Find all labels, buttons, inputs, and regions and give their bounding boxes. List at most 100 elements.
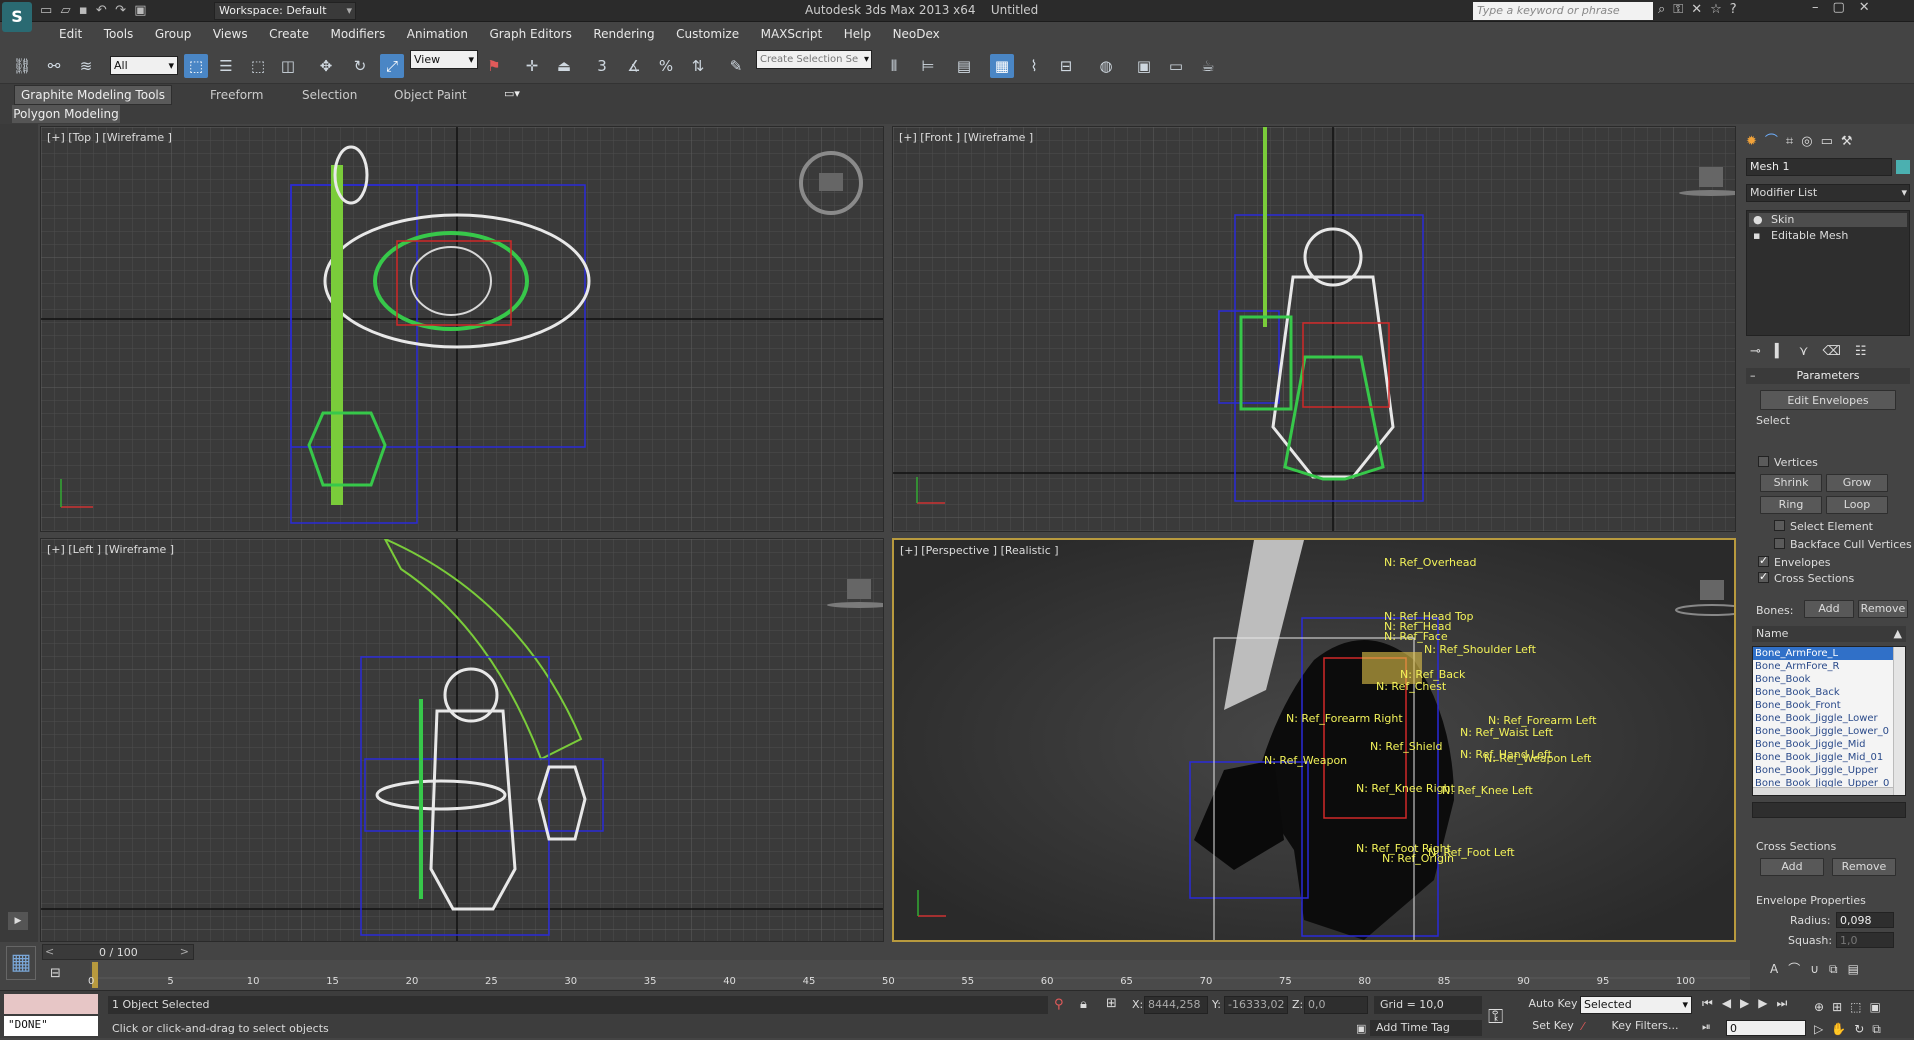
project-folder-icon[interactable]: ▣ [134, 3, 146, 18]
menu-rendering[interactable]: Rendering [584, 22, 663, 46]
workspace-dropdown[interactable]: Workspace: Default ▾ [214, 2, 356, 20]
app-logo[interactable]: S [2, 2, 32, 32]
angle-snap-icon[interactable]: ∡ [622, 54, 646, 78]
schematic-view-icon[interactable]: ⊟ [1054, 54, 1078, 78]
key-icon[interactable]: ⚿ [1673, 2, 1691, 17]
ribbon-tab-selection[interactable]: Selection [302, 88, 357, 102]
ribbon-subtab-polygon[interactable]: Polygon Modeling [12, 105, 120, 123]
bone-filter-field[interactable] [1752, 802, 1906, 818]
go-to-start-icon[interactable]: ⏮ [1702, 996, 1722, 1010]
help-search-input[interactable]: Type a keyword or phrase [1473, 2, 1653, 20]
cross-section-remove-button[interactable]: Remove [1832, 858, 1896, 876]
motion-tab-icon[interactable]: ◎ [1801, 134, 1820, 149]
set-key-icon[interactable]: ⚿ [1488, 1004, 1503, 1028]
snaps-toggle-icon[interactable]: 3 [590, 54, 614, 78]
parameters-rollout-header[interactable]: – Parameters [1746, 368, 1910, 384]
scale-icon[interactable]: ⤢ [380, 54, 404, 78]
play-icon[interactable]: ▶ [1740, 996, 1758, 1010]
modify-tab-icon[interactable]: ⌒ [1765, 134, 1786, 149]
edit-envelopes-button[interactable]: Edit Envelopes [1760, 390, 1896, 410]
render-icon[interactable]: ☕ [1196, 54, 1220, 78]
link-icon[interactable]: ⛓ [10, 54, 34, 78]
open-file-icon[interactable]: ▱ [61, 3, 71, 18]
bone-list-item[interactable]: Bone_Book_Jiggle_Mid_01 [1753, 751, 1905, 764]
maxscript-listener-pink[interactable] [4, 994, 98, 1014]
hierarchy-tab-icon[interactable]: ⌗ [1786, 134, 1801, 149]
close-icon[interactable]: ✕ [1859, 0, 1884, 15]
bone-list-item[interactable]: Bone_Book_Jiggle_Lower [1753, 712, 1905, 725]
menu-customize[interactable]: Customize [667, 22, 748, 46]
help-icon[interactable]: ? [1730, 2, 1745, 17]
render-setup-icon[interactable]: ▣ [1132, 54, 1156, 78]
menu-neodex[interactable]: NeoDex [884, 22, 949, 46]
radius-spinner[interactable]: 0,098 [1836, 912, 1894, 928]
menu-help[interactable]: Help [835, 22, 880, 46]
menu-group[interactable]: Group [146, 22, 201, 46]
ribbon-tab-freeform[interactable]: Freeform [210, 88, 263, 102]
bone-list-item[interactable]: Bone_Book_Back [1753, 686, 1905, 699]
menu-tools[interactable]: Tools [95, 22, 143, 46]
shrink-button[interactable]: Shrink [1760, 474, 1822, 492]
save-file-icon[interactable]: ▪ [79, 3, 88, 18]
select-manipulate-icon[interactable]: ✛ [520, 54, 544, 78]
named-selection-set-dropdown[interactable]: Create Selection Se ▾ [756, 50, 872, 69]
viewport-layout-icon[interactable]: ▦ [6, 946, 36, 980]
viewport-front[interactable]: [+] [Front ] [Wireframe ] [892, 126, 1736, 532]
y-coord-field[interactable]: -16333,02 [1224, 996, 1288, 1014]
mirror-icon[interactable]: ⫴ [882, 54, 906, 78]
viewport-left-label[interactable]: [+] [Left ] [Wireframe ] [47, 543, 174, 556]
ribbon-tab-object-paint[interactable]: Object Paint [394, 88, 467, 102]
layer-manager-icon[interactable]: ▤ [952, 54, 976, 78]
pin-stack-icon[interactable]: ⊸ [1750, 344, 1775, 359]
cross-sections-checkbox[interactable] [1758, 570, 1769, 583]
menu-animation[interactable]: Animation [398, 22, 477, 46]
viewport-perspective[interactable]: [+] [Perspective ] [Realistic ] N: Ref_O… [892, 538, 1736, 942]
new-file-icon[interactable]: ▭ [40, 3, 52, 18]
absolute-mode-icon[interactable]: ⊞ [1106, 996, 1117, 1011]
time-tag-icon[interactable]: ▣ [1356, 1022, 1366, 1035]
undo-icon[interactable]: ↶ [96, 3, 107, 18]
keyboard-shortcut-toggle-icon[interactable]: ⏏ [552, 54, 576, 78]
utilities-tab-icon[interactable]: ⚒ [1841, 134, 1861, 149]
curve-icon[interactable]: ∪ [1810, 962, 1829, 976]
orbit-icon[interactable]: ↻ [1854, 1022, 1872, 1036]
edit-named-selection-icon[interactable]: ✎ [724, 54, 748, 78]
go-to-end-icon[interactable]: ⏭ [1777, 996, 1797, 1010]
isolate-selection-icon[interactable]: ⚲ [1054, 997, 1064, 1012]
bone-list[interactable]: Bone_ArmFore_L Bone_ArmFore_R Bone_Book … [1752, 646, 1906, 796]
create-tab-icon[interactable]: ✹ [1746, 134, 1765, 149]
zoom-all-icon[interactable]: ⊞ [1832, 1000, 1850, 1014]
previous-key-icon[interactable]: ◀ [1722, 996, 1740, 1010]
absolute-effect-icon[interactable]: A [1770, 962, 1788, 976]
stack-item-editable-mesh[interactable]: ▪ Editable Mesh [1749, 229, 1907, 243]
select-element-checkbox[interactable] [1774, 520, 1785, 531]
remove-bone-button[interactable]: Remove [1858, 600, 1908, 618]
prev-frame-icon[interactable]: < [45, 945, 54, 958]
curve-editor-icon[interactable]: ⌇ [1022, 54, 1046, 78]
stack-item-skin[interactable]: ● Skin [1749, 213, 1907, 227]
menu-views[interactable]: Views [204, 22, 257, 46]
viewport-front-label[interactable]: [+] [Front ] [Wireframe ] [899, 131, 1033, 144]
menu-edit[interactable]: Edit [50, 22, 91, 46]
paste-envelope-icon[interactable]: ▤ [1848, 962, 1869, 976]
select-object-icon[interactable]: ⬚ [184, 54, 208, 78]
key-filters-button[interactable]: Key Filters... [1598, 1018, 1692, 1036]
unlink-icon[interactable]: ⚯ [42, 54, 66, 78]
selection-lock-icon[interactable]: 🔒︎ [1080, 997, 1087, 1012]
auto-key-button[interactable]: Auto Key [1528, 996, 1578, 1014]
field-of-view-icon[interactable]: ▷ [1814, 1022, 1831, 1036]
selection-filter-dropdown[interactable]: All ▾ [110, 56, 178, 75]
viewport-perspective-label[interactable]: [+] [Perspective ] [Realistic ] [900, 544, 1059, 557]
menu-maxscript[interactable]: MAXScript [752, 22, 832, 46]
backface-cull-checkbox[interactable] [1774, 538, 1785, 549]
pivot-center-icon[interactable]: ⚑ [482, 54, 506, 78]
viewport-top[interactable]: [+] [Top ] [Wireframe ] [40, 126, 884, 532]
bone-list-item[interactable]: Bone_Book_Jiggle_Mid [1753, 738, 1905, 751]
x-coord-field[interactable]: 8444,258 [1144, 996, 1208, 1014]
cross-section-add-button[interactable]: Add [1760, 858, 1824, 876]
ring-button[interactable]: Ring [1760, 496, 1822, 514]
percent-snap-icon[interactable]: % [654, 54, 678, 78]
copy-envelope-icon[interactable]: ⧉ [1829, 962, 1848, 976]
maximize-icon[interactable]: ▢ [1833, 0, 1859, 15]
bind-space-warp-icon[interactable]: ≋ [74, 54, 98, 78]
